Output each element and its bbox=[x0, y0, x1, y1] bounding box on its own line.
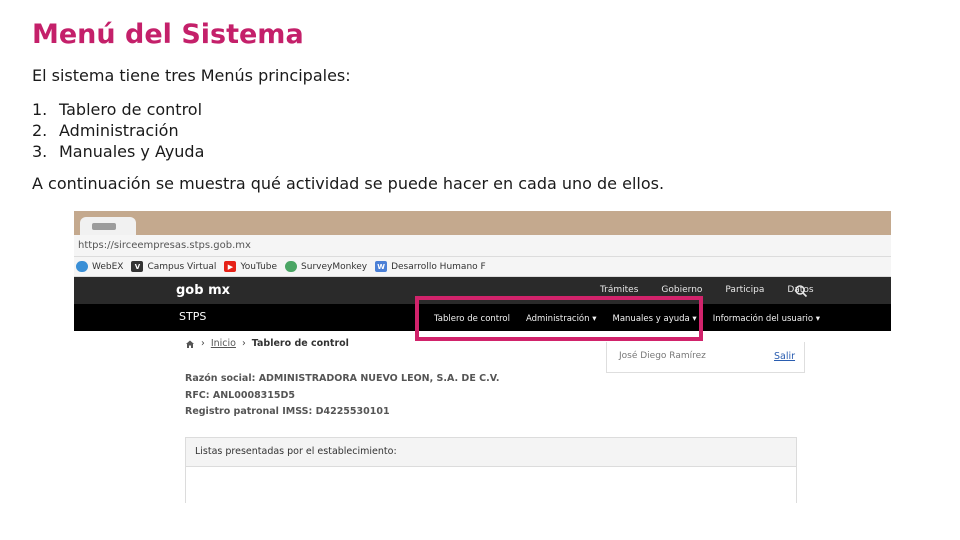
bookmark-label: YouTube bbox=[240, 261, 278, 272]
chevron-right-icon: › bbox=[241, 338, 246, 349]
nav-tramites[interactable]: Trámites bbox=[600, 285, 638, 295]
bookmarks-bar: WebEX V Campus Virtual ▶ YouTube SurveyMon… bbox=[74, 257, 891, 277]
outro-text: A continuación se muestra qué actividad … bbox=[32, 174, 665, 193]
browser-screenshot: https://sirceempresas.stps.gob.mx WebEX … bbox=[74, 211, 891, 503]
rfc: RFC: ANL0008315D5 bbox=[185, 390, 296, 401]
panel-title: Listas presentadas por el establecimient… bbox=[186, 438, 796, 467]
address-bar[interactable]: https://sirceempresas.stps.gob.mx bbox=[74, 235, 891, 257]
search-icon[interactable] bbox=[794, 284, 808, 298]
user-box: José Diego Ramírez Salir bbox=[606, 342, 805, 373]
campus-icon: V bbox=[131, 261, 144, 272]
browser-tabstrip bbox=[74, 211, 891, 235]
breadcrumb: › Inicio › Tablero de control bbox=[185, 338, 349, 349]
surveymonkey-icon bbox=[285, 261, 298, 272]
list-number: 2. bbox=[32, 121, 48, 140]
menu-list: 1. Tablero de control 2. Administración 3.… bbox=[32, 99, 204, 162]
breadcrumb-inicio[interactable]: Inicio bbox=[211, 338, 236, 349]
intro-text: El sistema tiene tres Menús principales: bbox=[32, 66, 351, 85]
bookmark-label: Campus Virtual bbox=[147, 261, 217, 272]
home-icon[interactable] bbox=[185, 339, 195, 349]
list-item: 1. Tablero de control bbox=[32, 99, 204, 120]
logout-link[interactable]: Salir bbox=[774, 351, 795, 362]
chevron-right-icon: › bbox=[201, 338, 205, 349]
webex-icon bbox=[76, 261, 88, 272]
bookmark-label: WebEX bbox=[92, 261, 124, 272]
bookmark-campus-virtual[interactable]: V Campus Virtual bbox=[131, 261, 216, 272]
menu-informacion-del-usuario[interactable]: Información del usuario ▾ bbox=[713, 314, 820, 324]
bookmark-youtube[interactable]: ▶ YouTube bbox=[224, 261, 277, 272]
registro-patronal: Registro patronal IMSS: D4225530101 bbox=[185, 406, 390, 417]
list-label: Manuales y Ayuda bbox=[59, 142, 205, 161]
list-item: 2. Administración bbox=[32, 120, 204, 141]
bookmark-label: Desarrollo Humano F bbox=[391, 261, 486, 272]
gob-logo[interactable]: gob mx bbox=[176, 283, 230, 298]
list-label: Administración bbox=[59, 121, 179, 140]
list-label: Tablero de control bbox=[59, 100, 203, 119]
bookmark-label: SurveyMonkey bbox=[301, 261, 368, 272]
list-item: 3. Manuales y Ayuda bbox=[32, 141, 204, 162]
slide-title: Menú del Sistema bbox=[32, 19, 304, 50]
url-text: https://sirceempresas.stps.gob.mx bbox=[78, 240, 251, 251]
listas-panel: Listas presentadas por el establecimient… bbox=[185, 437, 797, 503]
desarrollo-icon: W bbox=[375, 261, 388, 272]
razon-social: Razón social: ADMINISTRADORA NUEVO LEON,… bbox=[185, 373, 500, 384]
menu-highlight-box bbox=[415, 296, 703, 341]
breadcrumb-current: Tablero de control bbox=[251, 338, 349, 349]
list-number: 3. bbox=[32, 142, 48, 161]
bookmark-desarrollo-humano[interactable]: W Desarrollo Humano F bbox=[375, 261, 486, 272]
bookmark-surveymonkey[interactable]: SurveyMonkey bbox=[285, 261, 367, 272]
user-name: José Diego Ramírez bbox=[619, 351, 706, 361]
nav-participa[interactable]: Participa bbox=[725, 285, 764, 295]
youtube-icon: ▶ bbox=[224, 261, 237, 272]
nav-gobierno[interactable]: Gobierno bbox=[661, 285, 702, 295]
tab-favicon-icon bbox=[92, 223, 116, 230]
bookmark-webex[interactable]: WebEX bbox=[76, 261, 123, 272]
browser-tab[interactable] bbox=[80, 217, 136, 235]
section-title[interactable]: STPS bbox=[179, 310, 206, 323]
list-number: 1. bbox=[32, 100, 48, 119]
